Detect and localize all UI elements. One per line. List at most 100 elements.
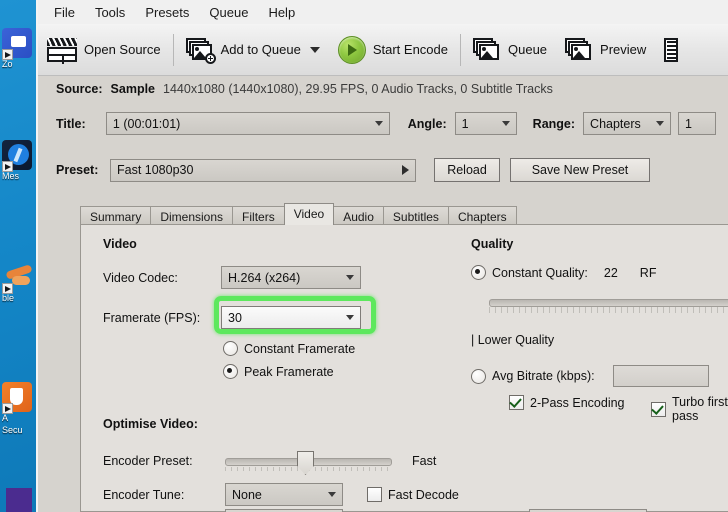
play-icon <box>337 35 366 64</box>
main-toolbar: Open Source Add to Queue Start Encode Qu… <box>38 24 728 76</box>
fast-decode-option[interactable]: Fast Decode <box>367 487 459 502</box>
desktop-icon-messenger[interactable]: Mes <box>2 140 36 182</box>
handbrake-window: File Tools Presets Queue Help Open Sourc… <box>36 0 728 512</box>
framerate-value: 30 <box>228 310 242 325</box>
source-name: Sample <box>110 82 156 96</box>
radio-icon[interactable] <box>471 265 486 280</box>
framerate-row: Framerate (FPS): 30 <box>103 306 361 329</box>
menu-item-queue[interactable]: Queue <box>199 3 258 22</box>
add-to-queue-button[interactable]: Add to Queue <box>177 28 329 72</box>
angle-label: Angle: <box>407 116 447 131</box>
reload-button[interactable]: Reload <box>434 158 500 182</box>
desktop-icon-blender[interactable]: ble <box>2 262 36 304</box>
queue-label: Queue <box>508 42 548 57</box>
chevron-right-icon <box>402 165 409 175</box>
open-source-label: Open Source <box>84 42 161 57</box>
add-photos-icon <box>185 37 216 64</box>
blender-app-icon <box>2 262 33 294</box>
title-dropdown[interactable]: 1 (00:01:01) <box>105 112 390 135</box>
preview-label: Preview <box>600 42 647 57</box>
avg-bitrate-input[interactable] <box>612 365 709 387</box>
desktop-icon-label: Mes <box>2 171 20 181</box>
range-dropdown-value: Chapters <box>590 116 641 131</box>
desktop-icon-partial[interactable] <box>6 488 32 512</box>
activity-log-icon <box>664 37 679 62</box>
framerate-label: Framerate (FPS): <box>103 310 201 325</box>
preset-label: Preset: <box>56 163 99 177</box>
range-dropdown[interactable]: Chapters <box>583 112 671 135</box>
video-codec-row: Video Codec: H.264 (x264) <box>103 266 361 289</box>
title-row: Title: 1 (00:01:01) Angle: 1 Range: Chap… <box>56 112 716 135</box>
desktop-icon-zoom[interactable]: Zo <box>2 28 36 70</box>
chevron-down-icon[interactable] <box>309 46 320 53</box>
tab-summary[interactable]: Summary <box>80 206 152 225</box>
desktop-icon-label: ble <box>2 293 15 303</box>
angle-dropdown[interactable]: 1 <box>454 112 517 135</box>
tab-chapters[interactable]: Chapters <box>447 206 517 225</box>
tab-subtitles[interactable]: Subtitles <box>382 206 449 225</box>
menu-item-presets[interactable]: Presets <box>135 3 199 22</box>
desktop-icon-label-line2: Secu <box>2 425 23 435</box>
menu-item-help[interactable]: Help <box>258 3 305 22</box>
shortcut-overlay-icon <box>2 403 13 414</box>
desktop-icon-label: Zo <box>2 59 13 69</box>
shortcut-overlay-icon <box>2 161 13 172</box>
tab-filters[interactable]: Filters <box>232 206 285 225</box>
tab-dimensions[interactable]: Dimensions <box>150 206 234 225</box>
checkbox-icon[interactable] <box>651 401 666 417</box>
source-label: Source: <box>56 82 103 96</box>
encoder-tune-dropdown[interactable]: None <box>225 483 343 506</box>
preview-button[interactable]: Preview <box>556 28 655 72</box>
avast-app-icon <box>2 382 32 414</box>
desktop-background: Zo Mes ble A Secu <box>0 0 36 512</box>
start-encode-button[interactable]: Start Encode <box>329 28 457 72</box>
constant-quality-option[interactable]: Constant Quality: 22 RF <box>471 265 656 280</box>
radio-icon[interactable] <box>223 341 238 356</box>
desktop-icon-avast-security[interactable]: A Secu <box>2 382 36 436</box>
slider-thumb[interactable] <box>297 451 314 475</box>
encoder-tune-value: None <box>232 487 262 502</box>
encoder-tune-row: Encoder Tune: None Fast Decode <box>103 483 459 506</box>
title-label: Title: <box>56 116 86 131</box>
video-codec-dropdown[interactable]: H.264 (x264) <box>221 266 361 289</box>
range-label: Range: <box>532 116 576 131</box>
activity-log-button[interactable] <box>655 28 679 72</box>
tab-audio[interactable]: Audio <box>333 206 384 225</box>
encoder-tune-label: Encoder Tune: <box>103 487 185 502</box>
peak-framerate-option[interactable]: Peak Framerate <box>223 364 334 379</box>
menu-item-tools[interactable]: Tools <box>85 3 135 22</box>
constant-framerate-option[interactable]: Constant Framerate <box>223 341 355 356</box>
preset-dropdown[interactable]: Fast 1080p30 <box>110 158 416 182</box>
range-start-dropdown[interactable]: 1 <box>677 112 716 135</box>
framerate-dropdown[interactable]: 30 <box>221 306 361 329</box>
quality-section-heading: Quality <box>471 237 514 251</box>
zoom-app-icon <box>2 28 32 60</box>
avg-bitrate-option[interactable]: Avg Bitrate (kbps): <box>471 365 709 387</box>
start-encode-label: Start Encode <box>372 42 448 57</box>
preset-row: Preset: Fast 1080p30 Reload Save New Pre… <box>56 158 650 182</box>
slider-track[interactable] <box>489 299 728 307</box>
toolbar-separator <box>460 33 461 66</box>
two-pass-encoding-option[interactable]: 2-Pass Encoding <box>509 395 625 410</box>
menu-item-file[interactable]: File <box>44 3 85 22</box>
video-codec-label: Video Codec: <box>103 270 178 285</box>
slider-ticks <box>489 307 728 313</box>
turbo-first-pass-option[interactable]: Turbo first pass <box>651 395 728 423</box>
source-info: 1440x1080 (1440x1080), 29.95 FPS, 0 Audi… <box>163 82 553 96</box>
encoder-preset-slider[interactable] <box>225 450 392 475</box>
tab-video[interactable]: Video <box>283 203 335 225</box>
queue-button[interactable]: Queue <box>464 28 556 72</box>
quality-slider[interactable] <box>489 299 728 313</box>
checkbox-icon[interactable] <box>367 487 382 502</box>
save-new-preset-button[interactable]: Save New Preset <box>510 158 650 182</box>
constant-framerate-label: Constant Framerate <box>244 341 356 356</box>
title-dropdown-value: 1 (00:01:01) <box>112 116 181 131</box>
checkbox-icon[interactable] <box>509 395 524 410</box>
radio-icon[interactable] <box>471 368 486 384</box>
screen: Zo Mes ble A Secu File Tools Presets Que… <box>0 0 728 512</box>
preset-dropdown-value: Fast 1080p30 <box>117 163 194 177</box>
radio-icon[interactable] <box>223 364 238 379</box>
open-source-button[interactable]: Open Source <box>38 28 170 72</box>
range-start-value: 1 <box>684 116 692 131</box>
toolbar-separator <box>172 33 174 66</box>
